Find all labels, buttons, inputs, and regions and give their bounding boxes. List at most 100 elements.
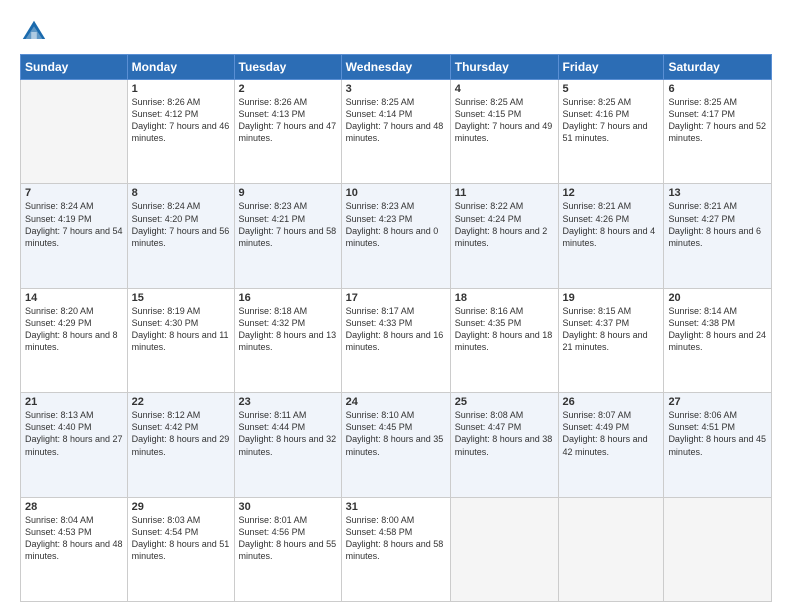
day-cell: 8Sunrise: 8:24 AMSunset: 4:20 PMDaylight… [127, 184, 234, 288]
day-info: Sunrise: 8:21 AMSunset: 4:27 PMDaylight:… [668, 200, 767, 249]
day-number: 1 [132, 83, 230, 95]
header-row: SundayMondayTuesdayWednesdayThursdayFrid… [21, 55, 772, 80]
day-number: 9 [239, 187, 337, 199]
day-cell: 7Sunrise: 8:24 AMSunset: 4:19 PMDaylight… [21, 184, 128, 288]
day-number: 2 [239, 83, 337, 95]
day-info: Sunrise: 8:06 AMSunset: 4:51 PMDaylight:… [668, 409, 767, 458]
day-info: Sunrise: 8:07 AMSunset: 4:49 PMDaylight:… [563, 409, 660, 458]
header [20, 18, 772, 46]
day-number: 7 [25, 187, 123, 199]
day-cell: 24Sunrise: 8:10 AMSunset: 4:45 PMDayligh… [341, 393, 450, 497]
day-cell: 3Sunrise: 8:25 AMSunset: 4:14 PMDaylight… [341, 80, 450, 184]
day-number: 14 [25, 292, 123, 304]
day-number: 12 [563, 187, 660, 199]
day-cell: 1Sunrise: 8:26 AMSunset: 4:12 PMDaylight… [127, 80, 234, 184]
day-info: Sunrise: 8:19 AMSunset: 4:30 PMDaylight:… [132, 305, 230, 354]
day-number: 19 [563, 292, 660, 304]
week-row-2: 7Sunrise: 8:24 AMSunset: 4:19 PMDaylight… [21, 184, 772, 288]
day-cell: 31Sunrise: 8:00 AMSunset: 4:58 PMDayligh… [341, 497, 450, 601]
header-cell-friday: Friday [558, 55, 664, 80]
week-row-5: 28Sunrise: 8:04 AMSunset: 4:53 PMDayligh… [21, 497, 772, 601]
day-info: Sunrise: 8:23 AMSunset: 4:23 PMDaylight:… [346, 200, 446, 249]
logo [20, 18, 50, 46]
header-cell-thursday: Thursday [450, 55, 558, 80]
day-info: Sunrise: 8:13 AMSunset: 4:40 PMDaylight:… [25, 409, 123, 458]
day-number: 10 [346, 187, 446, 199]
day-number: 27 [668, 396, 767, 408]
day-cell: 9Sunrise: 8:23 AMSunset: 4:21 PMDaylight… [234, 184, 341, 288]
day-cell: 19Sunrise: 8:15 AMSunset: 4:37 PMDayligh… [558, 288, 664, 392]
day-info: Sunrise: 8:15 AMSunset: 4:37 PMDaylight:… [563, 305, 660, 354]
day-number: 16 [239, 292, 337, 304]
day-number: 28 [25, 501, 123, 513]
day-number: 3 [346, 83, 446, 95]
day-cell: 6Sunrise: 8:25 AMSunset: 4:17 PMDaylight… [664, 80, 772, 184]
day-number: 6 [668, 83, 767, 95]
day-number: 23 [239, 396, 337, 408]
week-row-3: 14Sunrise: 8:20 AMSunset: 4:29 PMDayligh… [21, 288, 772, 392]
day-info: Sunrise: 8:04 AMSunset: 4:53 PMDaylight:… [25, 514, 123, 563]
day-info: Sunrise: 8:01 AMSunset: 4:56 PMDaylight:… [239, 514, 337, 563]
day-info: Sunrise: 8:18 AMSunset: 4:32 PMDaylight:… [239, 305, 337, 354]
day-cell [664, 497, 772, 601]
week-row-4: 21Sunrise: 8:13 AMSunset: 4:40 PMDayligh… [21, 393, 772, 497]
day-info: Sunrise: 8:11 AMSunset: 4:44 PMDaylight:… [239, 409, 337, 458]
day-cell: 15Sunrise: 8:19 AMSunset: 4:30 PMDayligh… [127, 288, 234, 392]
day-cell: 17Sunrise: 8:17 AMSunset: 4:33 PMDayligh… [341, 288, 450, 392]
day-number: 17 [346, 292, 446, 304]
page: SundayMondayTuesdayWednesdayThursdayFrid… [0, 0, 792, 612]
day-info: Sunrise: 8:23 AMSunset: 4:21 PMDaylight:… [239, 200, 337, 249]
day-number: 21 [25, 396, 123, 408]
day-number: 13 [668, 187, 767, 199]
day-info: Sunrise: 8:26 AMSunset: 4:13 PMDaylight:… [239, 96, 337, 145]
day-number: 20 [668, 292, 767, 304]
day-info: Sunrise: 8:25 AMSunset: 4:17 PMDaylight:… [668, 96, 767, 145]
day-number: 22 [132, 396, 230, 408]
header-cell-monday: Monday [127, 55, 234, 80]
day-number: 26 [563, 396, 660, 408]
day-cell: 30Sunrise: 8:01 AMSunset: 4:56 PMDayligh… [234, 497, 341, 601]
calendar-table: SundayMondayTuesdayWednesdayThursdayFrid… [20, 54, 772, 602]
day-cell: 4Sunrise: 8:25 AMSunset: 4:15 PMDaylight… [450, 80, 558, 184]
day-cell: 26Sunrise: 8:07 AMSunset: 4:49 PMDayligh… [558, 393, 664, 497]
day-cell [558, 497, 664, 601]
day-cell: 23Sunrise: 8:11 AMSunset: 4:44 PMDayligh… [234, 393, 341, 497]
day-info: Sunrise: 8:26 AMSunset: 4:12 PMDaylight:… [132, 96, 230, 145]
day-cell [21, 80, 128, 184]
day-cell: 13Sunrise: 8:21 AMSunset: 4:27 PMDayligh… [664, 184, 772, 288]
day-info: Sunrise: 8:22 AMSunset: 4:24 PMDaylight:… [455, 200, 554, 249]
day-number: 15 [132, 292, 230, 304]
day-cell [450, 497, 558, 601]
day-cell: 11Sunrise: 8:22 AMSunset: 4:24 PMDayligh… [450, 184, 558, 288]
day-info: Sunrise: 8:25 AMSunset: 4:15 PMDaylight:… [455, 96, 554, 145]
day-cell: 16Sunrise: 8:18 AMSunset: 4:32 PMDayligh… [234, 288, 341, 392]
day-cell: 12Sunrise: 8:21 AMSunset: 4:26 PMDayligh… [558, 184, 664, 288]
day-cell: 25Sunrise: 8:08 AMSunset: 4:47 PMDayligh… [450, 393, 558, 497]
day-number: 11 [455, 187, 554, 199]
day-info: Sunrise: 8:24 AMSunset: 4:20 PMDaylight:… [132, 200, 230, 249]
day-number: 30 [239, 501, 337, 513]
day-info: Sunrise: 8:14 AMSunset: 4:38 PMDaylight:… [668, 305, 767, 354]
day-cell: 29Sunrise: 8:03 AMSunset: 4:54 PMDayligh… [127, 497, 234, 601]
day-number: 8 [132, 187, 230, 199]
day-cell: 28Sunrise: 8:04 AMSunset: 4:53 PMDayligh… [21, 497, 128, 601]
day-info: Sunrise: 8:00 AMSunset: 4:58 PMDaylight:… [346, 514, 446, 563]
day-info: Sunrise: 8:16 AMSunset: 4:35 PMDaylight:… [455, 305, 554, 354]
day-cell: 18Sunrise: 8:16 AMSunset: 4:35 PMDayligh… [450, 288, 558, 392]
day-number: 4 [455, 83, 554, 95]
header-cell-sunday: Sunday [21, 55, 128, 80]
day-info: Sunrise: 8:21 AMSunset: 4:26 PMDaylight:… [563, 200, 660, 249]
day-info: Sunrise: 8:17 AMSunset: 4:33 PMDaylight:… [346, 305, 446, 354]
day-number: 31 [346, 501, 446, 513]
day-info: Sunrise: 8:25 AMSunset: 4:16 PMDaylight:… [563, 96, 660, 145]
day-info: Sunrise: 8:25 AMSunset: 4:14 PMDaylight:… [346, 96, 446, 145]
day-info: Sunrise: 8:24 AMSunset: 4:19 PMDaylight:… [25, 200, 123, 249]
week-row-1: 1Sunrise: 8:26 AMSunset: 4:12 PMDaylight… [21, 80, 772, 184]
day-info: Sunrise: 8:03 AMSunset: 4:54 PMDaylight:… [132, 514, 230, 563]
day-number: 18 [455, 292, 554, 304]
day-number: 29 [132, 501, 230, 513]
header-cell-saturday: Saturday [664, 55, 772, 80]
day-cell: 21Sunrise: 8:13 AMSunset: 4:40 PMDayligh… [21, 393, 128, 497]
header-cell-tuesday: Tuesday [234, 55, 341, 80]
day-cell: 5Sunrise: 8:25 AMSunset: 4:16 PMDaylight… [558, 80, 664, 184]
